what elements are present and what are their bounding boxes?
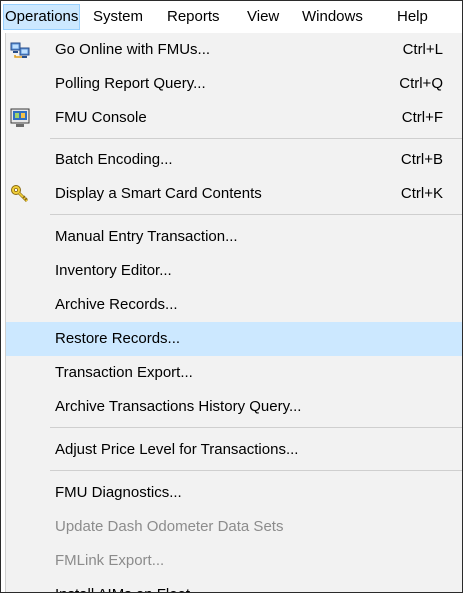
menu-reports[interactable]: Reports <box>166 5 221 29</box>
menu-item-label: Manual Entry Transaction... <box>55 228 238 245</box>
menu-help[interactable]: Help <box>396 5 429 29</box>
menu-item-label: Update Dash Odometer Data Sets <box>55 518 284 535</box>
menu-bar: Operations System Reports View Windows H… <box>1 1 462 33</box>
menu-item-inventory-editor[interactable]: Inventory Editor... <box>6 254 462 288</box>
menu-separator <box>50 427 462 428</box>
menu-item-transaction-export[interactable]: Transaction Export... <box>6 356 462 390</box>
menu-item-restore-records[interactable]: Restore Records... <box>6 322 462 356</box>
menu-item-label: Install AIMs on Fleet... <box>55 578 203 592</box>
menu-separator <box>50 138 462 139</box>
menu-item-shortcut: Ctrl+F <box>401 109 443 126</box>
menu-item-shortcut: Ctrl+Q <box>399 75 443 92</box>
menu-item-display-smart-card-contents[interactable]: Display a Smart Card Contents Ctrl+K <box>6 177 462 211</box>
network-computers-icon <box>10 40 30 60</box>
menu-system[interactable]: System <box>92 5 144 29</box>
menu-item-fmu-diagnostics[interactable]: FMU Diagnostics... <box>6 476 462 510</box>
menu-windows[interactable]: Windows <box>301 5 364 29</box>
menu-item-label: Transaction Export... <box>55 364 193 381</box>
menu-item-batch-encoding[interactable]: Batch Encoding... Ctrl+B <box>6 143 462 177</box>
fmu-console-icon <box>10 108 30 128</box>
menu-item-label: Display a Smart Card Contents <box>55 185 262 202</box>
menu-item-manual-entry-transaction[interactable]: Manual Entry Transaction... <box>6 220 462 254</box>
menu-item-archive-records[interactable]: Archive Records... <box>6 288 462 322</box>
menu-item-shortcut: Ctrl+B <box>400 151 443 168</box>
menu-separator <box>50 470 462 471</box>
menu-operations[interactable]: Operations <box>3 4 81 30</box>
menu-item-label: FMU Console <box>55 109 147 126</box>
menu-item-archive-transactions-history-query[interactable]: Archive Transactions History Query... <box>6 390 462 424</box>
menu-item-label: Polling Report Query... <box>55 75 206 92</box>
application-window: Operations System Reports View Windows H… <box>0 0 463 593</box>
menu-item-label: Inventory Editor... <box>55 262 172 279</box>
smart-card-key-icon <box>10 184 30 204</box>
menu-item-shortcut: Ctrl+K <box>400 185 443 202</box>
menu-item-update-dash-odometer-data-sets: Update Dash Odometer Data Sets <box>6 510 462 544</box>
menu-item-label: Batch Encoding... <box>55 151 173 168</box>
menu-item-label: Go Online with FMUs... <box>55 41 211 58</box>
operations-dropdown-menu: Go Online with FMUs... Ctrl+L Polling Re… <box>5 33 462 592</box>
menu-item-label: Adjust Price Level for Transactions... <box>55 441 299 458</box>
menu-item-fmlink-export: FMLink Export... <box>6 544 462 578</box>
menu-item-label: Restore Records... <box>55 330 181 347</box>
menu-item-install-aims-on-fleet[interactable]: Install AIMs on Fleet... <box>6 578 462 592</box>
menu-view[interactable]: View <box>246 5 280 29</box>
menu-item-adjust-price-level[interactable]: Adjust Price Level for Transactions... <box>6 433 462 467</box>
menu-item-polling-report-query[interactable]: Polling Report Query... Ctrl+Q <box>6 67 462 101</box>
menu-item-shortcut: Ctrl+L <box>402 41 443 58</box>
menu-item-label: Archive Transactions History Query... <box>55 398 302 415</box>
menu-item-label: FMLink Export... <box>55 552 165 569</box>
menu-item-fmu-console[interactable]: FMU Console Ctrl+F <box>6 101 462 135</box>
menu-item-go-online-with-fmus[interactable]: Go Online with FMUs... Ctrl+L <box>6 33 462 67</box>
menu-separator <box>50 214 462 215</box>
menu-item-label: Archive Records... <box>55 296 178 313</box>
menu-item-label: FMU Diagnostics... <box>55 484 182 501</box>
